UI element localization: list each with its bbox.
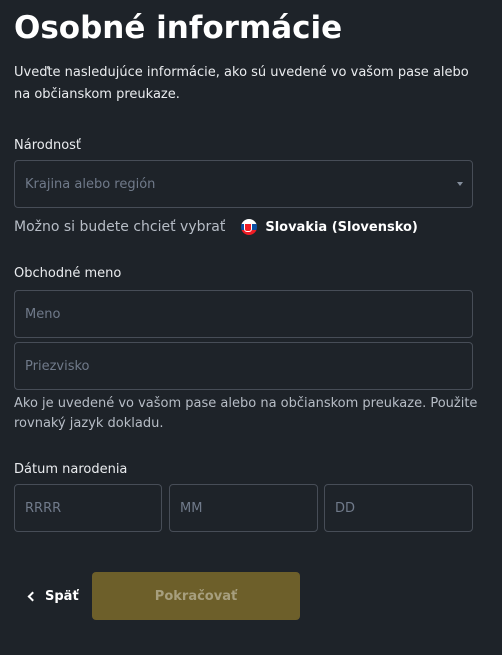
birth-year-placeholder: RRRR bbox=[25, 500, 62, 516]
birth-day-input[interactable]: DD bbox=[324, 484, 473, 532]
suggested-country-label: Slovakia (Slovensko) bbox=[265, 219, 418, 235]
slovakia-flag-icon bbox=[241, 219, 258, 235]
nationality-placeholder: Krajina alebo región bbox=[25, 176, 156, 192]
suggested-country-option[interactable]: Slovakia (Slovensko) bbox=[241, 219, 418, 235]
business-name-label: Obchodné meno bbox=[14, 266, 122, 281]
suggestion-text: Možno si budete chcieť vybrať bbox=[14, 219, 226, 235]
chevron-down-icon bbox=[457, 182, 463, 186]
last-name-input[interactable]: Priezvisko bbox=[14, 342, 473, 390]
chevron-left-icon bbox=[27, 591, 38, 601]
back-button[interactable]: Späť bbox=[14, 585, 79, 607]
back-label: Späť bbox=[45, 588, 79, 604]
intro-text: Uveďte nasledujúce informácie, ako sú uv… bbox=[14, 65, 469, 102]
nationality-suggestion: Možno si budete chcieť vybrať Slovakia (… bbox=[14, 216, 418, 238]
document-language-hint: Ako je uvedené vo vašom pase alebo na ob… bbox=[14, 396, 478, 431]
birth-date-label: Dátum narodenia bbox=[14, 462, 128, 477]
birth-year-input[interactable]: RRRR bbox=[14, 484, 162, 532]
nationality-select[interactable]: Krajina alebo región bbox=[14, 160, 473, 208]
last-name-placeholder: Priezvisko bbox=[25, 358, 90, 374]
birth-day-placeholder: DD bbox=[335, 500, 356, 516]
nationality-label: Národnosť bbox=[14, 138, 82, 153]
birth-month-input[interactable]: MM bbox=[169, 484, 318, 532]
continue-button[interactable]: Pokračovať bbox=[92, 572, 300, 620]
first-name-input[interactable]: Meno bbox=[14, 290, 473, 338]
birth-month-placeholder: MM bbox=[180, 500, 203, 516]
page-title: Osobné informácie bbox=[14, 10, 343, 46]
first-name-placeholder: Meno bbox=[25, 306, 61, 322]
